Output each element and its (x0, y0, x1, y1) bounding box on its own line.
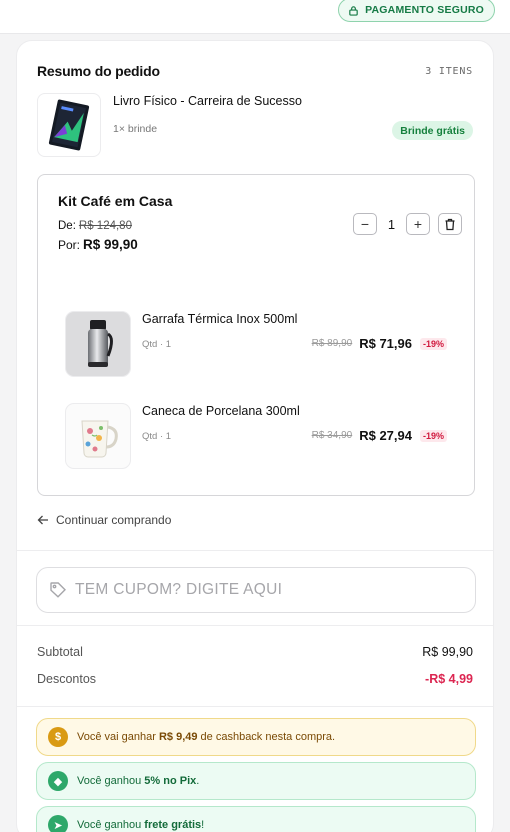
gift-item: Livro Físico - Carreira de Sucesso 1× br… (37, 93, 473, 159)
kit-de-value: R$ 124,80 (78, 220, 132, 232)
continue-shopping-link[interactable]: Continuar comprando (37, 513, 171, 527)
subtotal-row: Subtotal R$ 99,90 (37, 645, 473, 659)
pix-icon: ◆ (48, 771, 68, 791)
thermos-image (65, 311, 131, 377)
free-shipping-text: Você ganhou frete grátis! (77, 819, 205, 831)
remove-kit-button[interactable] (438, 213, 462, 235)
gift-quantity: 1× brinde (113, 123, 158, 135)
divider (17, 706, 493, 707)
kit-item-old-price: R$ 89,90 (311, 338, 353, 349)
order-summary-title: Resumo do pedido (37, 63, 160, 79)
minus-icon: − (360, 216, 370, 232)
divider (17, 625, 493, 626)
kit-item-qty: Qtd · 1 (142, 431, 172, 442)
kit-item: Garrafa Térmica Inox 500ml Qtd · 1 R$ 89… (65, 311, 447, 377)
truck-icon: ➤ (48, 815, 68, 832)
plus-icon: + (413, 216, 423, 232)
secure-payment-badge: PAGAMENTO SEGURO (338, 0, 495, 22)
kit-current-price: Por: R$ 99,90 (58, 237, 138, 252)
arrow-left-icon (37, 515, 48, 525)
kit-item-price: R$ 71,96 (359, 336, 412, 351)
secure-payment-label: PAGAMENTO SEGURO (365, 4, 484, 16)
kit-title: Kit Café em Casa (58, 193, 173, 209)
cashback-banner: $ Você vai ganhar R$ 9,49 de cashback ne… (36, 718, 476, 756)
top-bar: PAGAMENTO SEGURO (0, 0, 510, 34)
kit-item-prices: R$ 34,90 R$ 27,94 -19% (312, 428, 447, 443)
cashback-text: Você vai ganhar R$ 9,49 de cashback nest… (77, 731, 336, 743)
item-count: 3 ITENS (425, 65, 473, 77)
cashback-amount: R$ 9,49 (158, 731, 198, 743)
kit-item: Caneca de Porcelana 300ml Qtd · 1 R$ 34,… (65, 403, 447, 469)
mug-image (65, 403, 131, 469)
kit-item-prices: R$ 89,90 R$ 71,96 -19% (312, 336, 447, 351)
discount-label: Descontos (37, 672, 97, 686)
gift-name: Livro Físico - Carreira de Sucesso (113, 94, 302, 108)
kit-item-discount: -19% (419, 337, 447, 350)
kit-item-name: Garrafa Térmica Inox 500ml (142, 312, 298, 326)
coupon-input[interactable] (75, 581, 475, 599)
quantity-value: 1 (387, 216, 396, 232)
kit-item-discount: -19% (419, 429, 447, 442)
kit-item-name: Caneca de Porcelana 300ml (142, 404, 300, 418)
pix-discount-banner: ◆ Você ganhou 5% no Pix. (36, 762, 476, 800)
gift-book-image (37, 93, 101, 157)
free-shipping-banner: ➤ Você ganhou frete grátis! (36, 806, 476, 832)
order-summary-card: Resumo do pedido 3 ITENS Livro Físico - … (16, 40, 494, 832)
money-bag-icon: $ (48, 727, 68, 747)
pix-text: Você ganhou 5% no Pix. (77, 775, 200, 787)
subtotal-label: Subtotal (37, 645, 83, 659)
trash-icon (445, 218, 455, 230)
kit-item-old-price: R$ 34,90 (311, 430, 353, 441)
quantity-stepper: − 1 + (353, 213, 462, 235)
discount-value: -R$ 4,99 (425, 672, 473, 686)
kit-original-price: De: R$ 124,80 (58, 220, 132, 232)
lock-icon (349, 5, 358, 16)
divider (17, 550, 493, 551)
pix-discount: 5% no Pix (144, 775, 197, 787)
continue-shopping-label: Continuar comprando (56, 513, 172, 527)
increase-quantity-button[interactable]: + (406, 213, 430, 235)
kit-de-label: De: (58, 220, 76, 232)
kit-por-value: R$ 99,90 (83, 237, 138, 252)
kit-item-qty: Qtd · 1 (142, 339, 172, 350)
subtotal-value: R$ 99,90 (422, 645, 473, 659)
decrease-quantity-button[interactable]: − (353, 213, 377, 235)
kit-bundle: Kit Café em Casa De: R$ 124,80 Por: R$ 99,… (37, 174, 475, 496)
free-shipping-bold: frete grátis (144, 819, 202, 831)
kit-por-label: Por: (58, 238, 81, 252)
kit-item-price: R$ 27,94 (359, 428, 412, 443)
coupon-field[interactable] (36, 567, 476, 613)
tag-icon (50, 582, 66, 598)
discount-row: Descontos -R$ 4,99 (37, 672, 473, 686)
order-summary-header: Resumo do pedido 3 ITENS (37, 63, 473, 79)
free-gift-badge: Brinde grátis (392, 121, 473, 140)
